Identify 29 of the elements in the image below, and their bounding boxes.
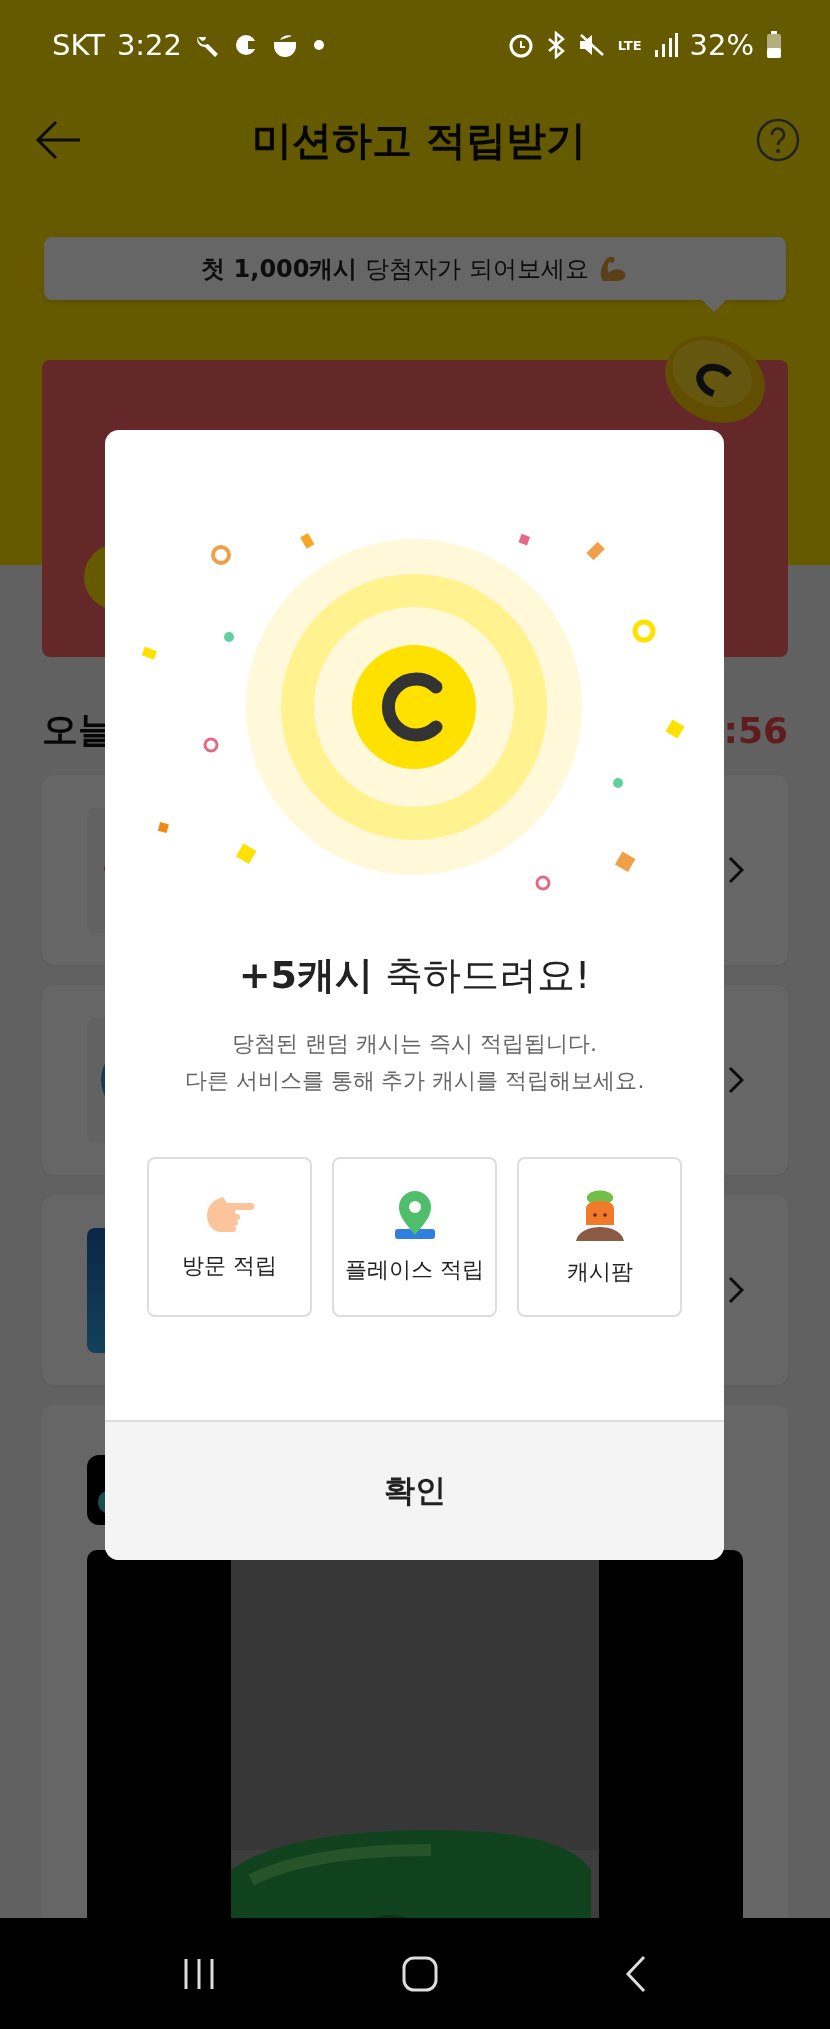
- battery-percent: 32%: [689, 28, 754, 62]
- tooltip-text: 첫 1,000캐시 당첨자가 되어보세요: [201, 254, 589, 283]
- carrier-name: SKT: [52, 28, 105, 62]
- chevron-right-icon: [728, 856, 744, 884]
- confirm-button[interactable]: 확인: [105, 1420, 724, 1560]
- dialog-message: 당첨된 랜덤 캐시는 즉시 적립됩니다.: [231, 1030, 598, 1058]
- service-option-button[interactable]: 플레이스 적립: [332, 1157, 497, 1317]
- alarm-icon: [507, 32, 534, 58]
- map-pin-icon: [392, 1189, 437, 1241]
- battery-charging-icon: [766, 31, 782, 59]
- dialog-title: +5캐시 축하드려요!: [238, 953, 591, 997]
- network-type: LTE: [617, 38, 642, 52]
- dot-icon: [314, 40, 324, 50]
- home-icon[interactable]: [401, 1954, 439, 1993]
- recent-apps-icon[interactable]: [182, 1956, 217, 1991]
- chevron-right-icon: [728, 1066, 744, 1094]
- dialog-message: 다른 서비스를 통해 추가 캐시를 적립해보세요.: [184, 1067, 645, 1095]
- service-option-button[interactable]: 방문 적립: [147, 1157, 312, 1317]
- clock-time: 3:22: [116, 28, 182, 62]
- signal-icon: [653, 32, 678, 58]
- video-player[interactable]: [87, 1550, 743, 1918]
- mute-icon: [577, 32, 606, 58]
- back-icon[interactable]: [623, 1954, 648, 1993]
- page-title: 미션하고 적립받기: [252, 115, 586, 165]
- countdown-timer: :56: [723, 709, 788, 751]
- chevron-right-icon: [728, 1276, 744, 1304]
- back-arrow-icon[interactable]: [34, 120, 82, 160]
- coin-icon: [352, 645, 476, 769]
- service-option-button[interactable]: 캐시팜: [517, 1157, 682, 1317]
